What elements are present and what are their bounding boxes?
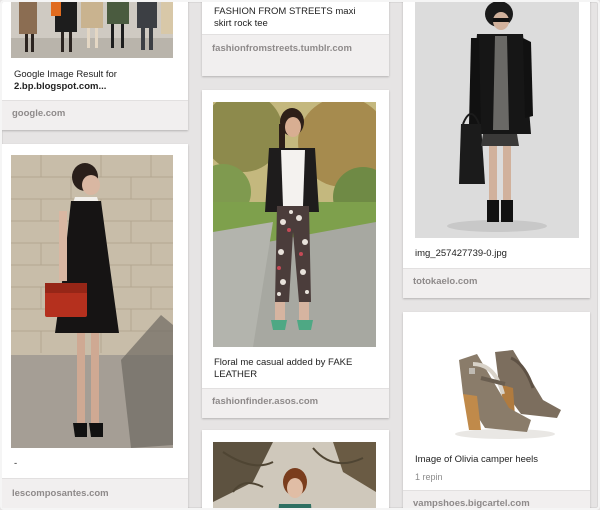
pin-source-bar[interactable]: fashionfromstreets.tumblr.com [202,34,389,76]
pin-repin-count: 1 repin [415,472,443,482]
pin-description: FASHION FROM STREETS maxi skirt rock tee [214,6,356,29]
pin-card-google[interactable]: Google Image Result for 2.bp.blogspot.co… [2,2,188,130]
camper-heels-photo [415,324,579,446]
pin-description: - [14,458,18,469]
street-style-photo [11,2,173,58]
pin-card-totokaelo[interactable]: img_257427739-0.jpg totokaelo.com [403,2,590,298]
pin-description: Google Image Result for 2.bp.blogspot.co… [14,69,178,93]
pin-source-bar[interactable]: totokaelo.com [403,268,590,298]
black-coat-photo [415,2,579,238]
pin-card-vampshoes[interactable]: Image of Olivia camper heels 1 repin vam… [403,312,590,508]
pin-source-bar[interactable]: lescomposantes.com [2,478,188,508]
green-scarf-photo [213,442,376,508]
pin-description-line1: Google Image Result for [14,69,117,80]
pin-source-link[interactable]: totokaelo.com [413,276,477,288]
pin-source-link[interactable]: lescomposantes.com [12,488,109,500]
pin-image-green-scarf[interactable] [213,442,376,508]
floral-pants-photo [213,102,376,347]
pin-card-fashionfromstreets[interactable]: FASHION FROM STREETS maxi skirt rock tee… [202,2,389,76]
pin-grid: Google Image Result for 2.bp.blogspot.co… [0,0,600,510]
pin-image-black-dress[interactable] [11,155,173,448]
pin-description: img_257427739-0.jpg [415,248,507,259]
pin-source-link[interactable]: fashionfromstreets.tumblr.com [212,42,352,55]
pin-card-green-scarf[interactable] [202,430,389,508]
pin-image-floral-pants[interactable] [213,102,376,347]
pin-image-street-style[interactable] [11,2,173,58]
pin-card-fashionfinder[interactable]: Floral me casual added by FAKE LEATHER f… [202,90,389,418]
pin-image-camper-heels[interactable] [415,324,579,446]
pin-source-link[interactable]: vampshoes.bigcartel.com [413,498,530,508]
pin-source-link[interactable]: google.com [12,108,65,120]
pin-image-black-coat[interactable] [415,2,579,238]
pin-source-link[interactable]: fashionfinder.asos.com [212,396,318,408]
black-dress-photo [11,155,173,448]
pin-source-bar[interactable]: vampshoes.bigcartel.com [403,490,590,508]
pin-description: Image of Olivia camper heels [415,454,539,465]
pin-description-line2: 2.bp.blogspot.com... [14,81,107,92]
pin-source-bar[interactable]: google.com [2,100,188,130]
pin-source-bar[interactable]: fashionfinder.asos.com [202,388,389,418]
pin-description: Floral me casual added by FAKE LEATHER [214,357,353,380]
pin-card-lescomposantes[interactable]: - lescomposantes.com [2,144,188,508]
